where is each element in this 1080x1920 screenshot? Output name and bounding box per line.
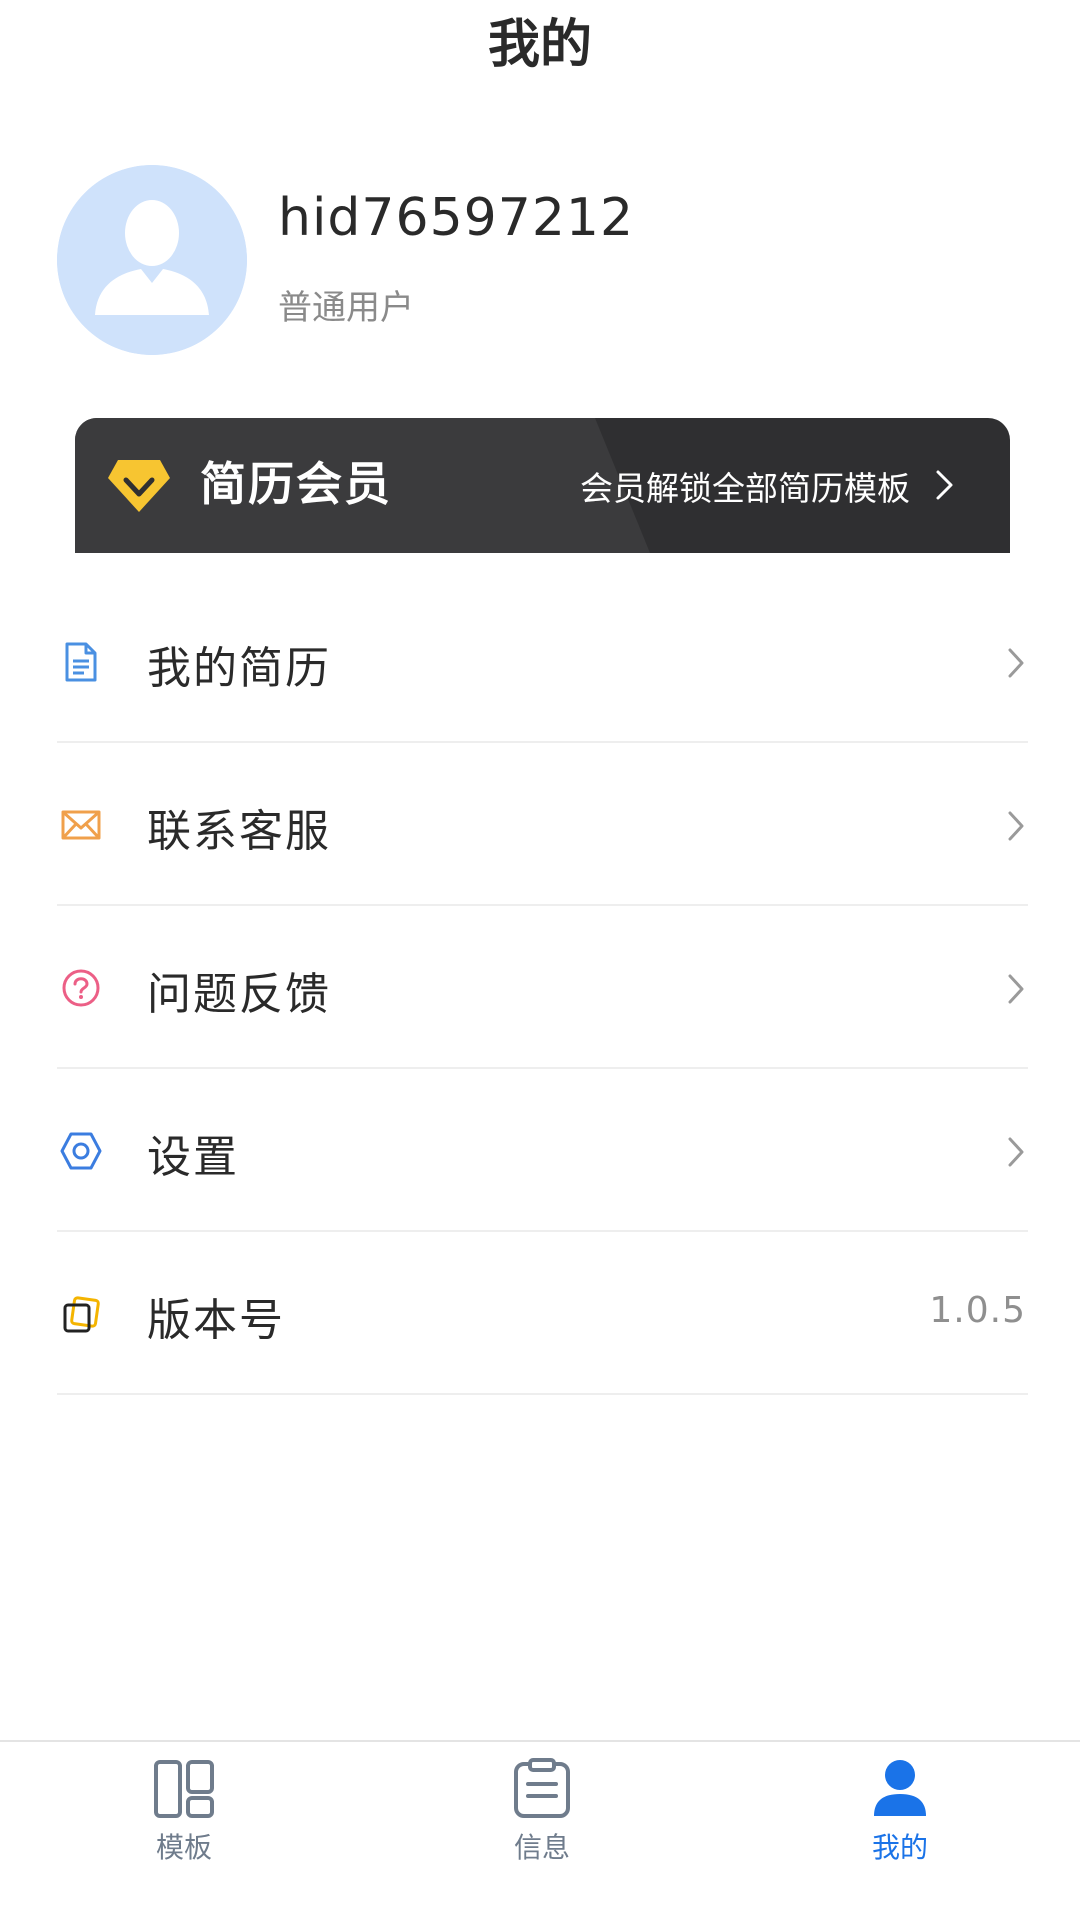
chevron-right-icon bbox=[1008, 974, 1024, 1004]
version-number: 1.0.5 bbox=[929, 1290, 1026, 1331]
document-icon bbox=[65, 642, 97, 682]
profile-page: 我的 hid76597212 普通用户 简历会员 会员解锁全部简历模板 我的简历… bbox=[0, 0, 1080, 1920]
chevron-right-icon bbox=[1008, 1137, 1024, 1167]
default-user-avatar-icon bbox=[57, 165, 247, 355]
vip-diamond-icon bbox=[108, 460, 170, 512]
tab-label: 模板 bbox=[155, 1831, 212, 1864]
page-title: 我的 bbox=[487, 15, 592, 75]
clipboard-icon bbox=[514, 1758, 570, 1818]
menu-item-my-resume[interactable]: 我的简历 bbox=[0, 580, 1080, 743]
envelope-icon bbox=[61, 810, 101, 840]
person-icon bbox=[874, 1760, 926, 1816]
bottom-tab-bar: 模板 信息 我的 bbox=[0, 1740, 1080, 1920]
chevron-right-icon bbox=[1008, 811, 1024, 841]
menu-item-label: 联系客服 bbox=[147, 806, 331, 857]
menu-item-feedback[interactable]: 问题反馈 bbox=[0, 906, 1080, 1069]
chevron-right-icon bbox=[1008, 648, 1024, 678]
vip-subtitle: 会员解锁全部简历模板 bbox=[580, 469, 910, 508]
version-cards-icon bbox=[63, 1296, 100, 1333]
grid-icon bbox=[154, 1760, 214, 1818]
avatar[interactable] bbox=[57, 165, 247, 355]
menu-item-label: 问题反馈 bbox=[147, 969, 331, 1020]
tab-templates[interactable]: 模板 bbox=[84, 1758, 284, 1898]
menu-list: 我的简历 联系客服 问题反馈 设置 版本号 1.0.5 bbox=[0, 580, 1080, 1395]
tab-info[interactable]: 信息 bbox=[442, 1758, 642, 1898]
menu-item-version: 版本号 1.0.5 bbox=[0, 1232, 1080, 1395]
user-type-label: 普通用户 bbox=[278, 288, 414, 328]
menu-item-settings[interactable]: 设置 bbox=[0, 1069, 1080, 1232]
divider bbox=[57, 1393, 1028, 1395]
chevron-right-icon bbox=[936, 470, 953, 500]
menu-item-label: 设置 bbox=[147, 1132, 239, 1183]
tab-label: 信息 bbox=[513, 1831, 570, 1864]
menu-item-label: 我的简历 bbox=[147, 643, 331, 694]
question-circle-icon bbox=[62, 969, 100, 1007]
tab-label: 我的 bbox=[871, 1831, 928, 1864]
menu-item-label: 版本号 bbox=[147, 1295, 285, 1346]
menu-item-contact-support[interactable]: 联系客服 bbox=[0, 743, 1080, 906]
vip-title: 简历会员 bbox=[200, 457, 392, 511]
tab-mine[interactable]: 我的 bbox=[800, 1758, 1000, 1898]
username: hid76597212 bbox=[278, 188, 635, 248]
settings-hexagon-icon bbox=[60, 1132, 102, 1170]
vip-banner[interactable]: 简历会员 会员解锁全部简历模板 bbox=[75, 418, 1010, 553]
